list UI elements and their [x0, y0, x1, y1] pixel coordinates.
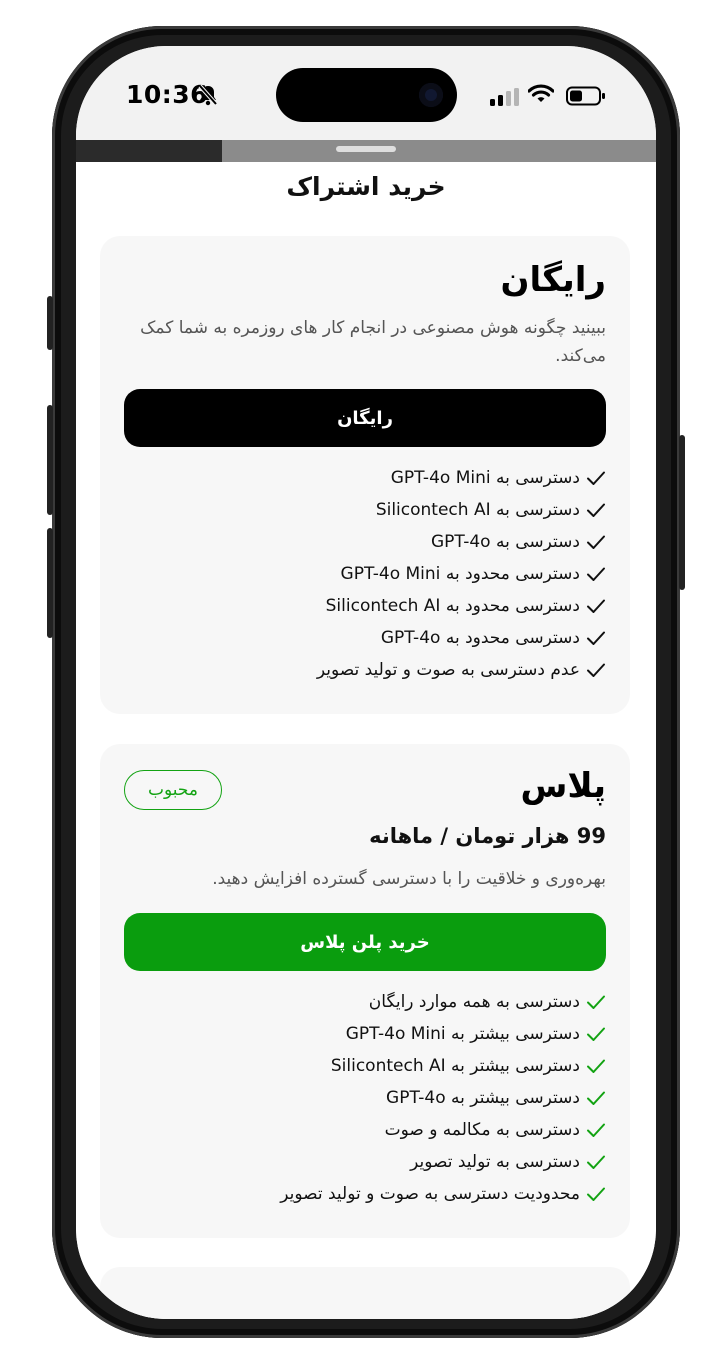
wifi-icon: [527, 84, 555, 108]
plan-card-next: [100, 1267, 630, 1319]
cellular-signal-icon: [490, 88, 520, 110]
feature-text: دسترسی بیشتر به Silicontech AI: [330, 1056, 580, 1076]
check-icon: [580, 558, 606, 590]
bell-slash-icon: [198, 84, 218, 110]
check-icon: [580, 1082, 606, 1114]
feature-item: دسترسی به تولید تصویر: [280, 1146, 606, 1178]
check-icon: [580, 654, 606, 686]
plan-name: رایگان: [500, 260, 606, 300]
feature-text: دسترسی به GPT-4o Mini: [390, 468, 580, 488]
side-button-power: [679, 435, 685, 590]
feature-text: دسترسی بیشتر به GPT-4o: [386, 1088, 580, 1108]
feature-text: دسترسی به مکالمه و صوت: [384, 1120, 580, 1140]
side-button-action: [47, 296, 53, 350]
status-bar: 10:36: [76, 46, 656, 142]
popular-badge: محبوب: [124, 770, 222, 810]
dynamic-island: [276, 68, 457, 122]
feature-text: محدودیت دسترسی به صوت و تولید تصویر: [280, 1184, 580, 1204]
plan-price: 99 هزار تومان / ماهانه: [369, 824, 606, 848]
feature-item: دسترسی بیشتر به GPT-4o Mini: [280, 1018, 606, 1050]
feature-item: دسترسی به GPT-4o Mini: [317, 462, 606, 494]
plan-card-free: رایگان ببینید چگونه هوش مصنوعی در انجام …: [100, 236, 630, 714]
check-icon: [580, 494, 606, 526]
status-time: 10:36: [126, 80, 209, 109]
feature-item: دسترسی به GPT-4o: [317, 526, 606, 558]
feature-text: دسترسی به تولید تصویر: [410, 1152, 580, 1172]
check-icon: [580, 462, 606, 494]
plan-description: ببینید چگونه هوش مصنوعی در انجام کار های…: [140, 318, 606, 366]
feature-text: دسترسی محدود به GPT-4o: [380, 628, 580, 648]
check-icon: [580, 1050, 606, 1082]
camera-icon: [419, 83, 443, 107]
check-icon: [580, 590, 606, 622]
free-plan-button[interactable]: رایگان: [124, 389, 606, 447]
feature-text: دسترسی به همه موارد رایگان: [368, 992, 580, 1012]
feature-item: دسترسی به Silicontech AI: [317, 494, 606, 526]
feature-item: دسترسی محدود به GPT-4o Mini: [317, 558, 606, 590]
check-icon: [580, 1146, 606, 1178]
check-icon: [580, 526, 606, 558]
check-icon: [580, 986, 606, 1018]
phone-screen: 10:36 خرید اشتراک رایگان ببینید چگونه هو…: [76, 46, 656, 1319]
check-icon: [580, 1018, 606, 1050]
plan-features-list: دسترسی به همه موارد رایگان دسترسی بیشتر ب…: [280, 986, 606, 1210]
side-button-volume-down: [47, 528, 53, 638]
sheet-grabber[interactable]: [336, 146, 396, 152]
check-icon: [580, 622, 606, 654]
feature-text: دسترسی به GPT-4o: [430, 532, 580, 552]
feature-text: عدم دسترسی به صوت و تولید تصویر: [316, 660, 580, 680]
buy-plus-plan-button[interactable]: خرید پلن پلاس: [124, 913, 606, 971]
feature-text: دسترسی به Silicontech AI: [375, 500, 580, 520]
sheet-title: خرید اشتراک: [286, 172, 446, 201]
plan-name: پلاس: [520, 766, 607, 806]
feature-text: دسترسی بیشتر به GPT-4o Mini: [345, 1024, 580, 1044]
check-icon: [580, 1114, 606, 1146]
feature-item: دسترسی به همه موارد رایگان: [280, 986, 606, 1018]
feature-text: دسترسی محدود به Silicontech AI: [325, 596, 580, 616]
feature-item: دسترسی بیشتر به GPT-4o: [280, 1082, 606, 1114]
plan-features-list: دسترسی به GPT-4o Mini دسترسی به Siliconte…: [317, 462, 606, 686]
subscription-sheet: خرید اشتراک رایگان ببینید چگونه هوش مصنو…: [76, 162, 656, 1319]
check-icon: [580, 1178, 606, 1210]
battery-icon: [566, 86, 606, 106]
plan-description: بهره‌وری و خلاقیت را با دسترسی گسترده اف…: [212, 869, 606, 889]
feature-text: دسترسی محدود به GPT-4o Mini: [340, 564, 580, 584]
plan-card-plus: پلاس محبوب 99 هزار تومان / ماهانه بهره‌و…: [100, 744, 630, 1238]
feature-item: عدم دسترسی به صوت و تولید تصویر: [317, 654, 606, 686]
feature-item: دسترسی محدود به Silicontech AI: [317, 590, 606, 622]
feature-item: دسترسی محدود به GPT-4o: [317, 622, 606, 654]
side-button-volume-up: [47, 405, 53, 515]
feature-item: دسترسی بیشتر به Silicontech AI: [280, 1050, 606, 1082]
feature-item: محدودیت دسترسی به صوت و تولید تصویر: [280, 1178, 606, 1210]
feature-item: دسترسی به مکالمه و صوت: [280, 1114, 606, 1146]
